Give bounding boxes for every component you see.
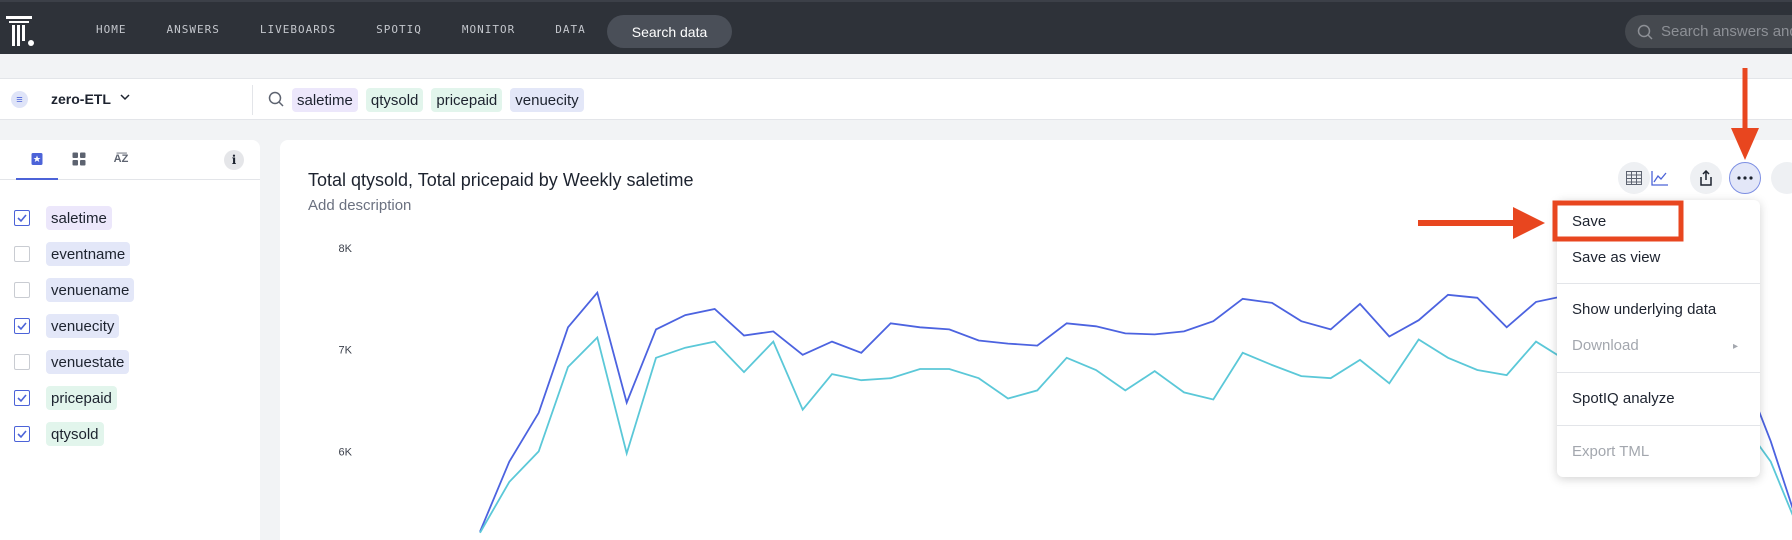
annotation-overlay [1418,68,1759,242]
annotation-arrow-head [1513,207,1545,239]
save-highlight-box [1552,200,1684,242]
annotation-arrow-head [1731,128,1759,160]
